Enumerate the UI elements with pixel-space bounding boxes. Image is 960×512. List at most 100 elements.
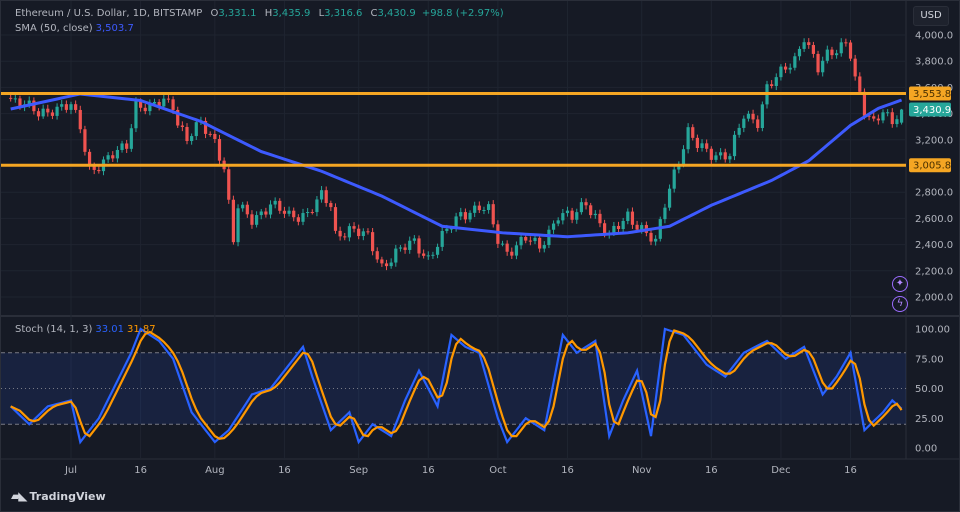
candle-body (333, 207, 338, 231)
candle-body (310, 212, 314, 214)
candle-body (380, 259, 384, 264)
candle-body (64, 104, 68, 110)
candle-body (612, 225, 616, 234)
stoch-tick-label: 75.00 (915, 354, 944, 365)
candle-body (408, 240, 412, 250)
candle-body (111, 155, 115, 159)
stoch-tick-label: 0.00 (915, 444, 937, 455)
symbol-title: Ethereum / U.S. Dollar, 1D, BITSTAMP (15, 8, 203, 19)
candle-body (366, 231, 370, 233)
candle-body (547, 229, 551, 246)
candle-body (125, 143, 129, 149)
brand-name: TradingView (29, 489, 106, 503)
candle-body (152, 101, 157, 104)
candle-body (793, 56, 797, 68)
candle-body (839, 42, 843, 54)
candle-body (756, 119, 760, 129)
close-label: C (370, 8, 378, 19)
candle-body (129, 128, 133, 149)
candle-body (361, 231, 365, 237)
time-tick-label: 16 (561, 465, 574, 476)
sparkle-icon[interactable]: ✦ (892, 276, 908, 292)
candle-body (41, 108, 45, 117)
candle-body (394, 248, 398, 263)
candle-body (709, 148, 713, 160)
candle-body (830, 49, 834, 56)
candle-body (579, 202, 583, 213)
candle-body (264, 211, 268, 215)
candle-body (848, 42, 853, 59)
candle-body (807, 42, 811, 46)
candle-body (259, 211, 263, 216)
candle-body (422, 253, 426, 256)
candle-body (737, 127, 741, 135)
candle-body (13, 98, 17, 100)
candle-body (816, 53, 820, 73)
candle-body (412, 238, 416, 241)
candle-body (570, 210, 574, 220)
lightning-icon[interactable]: ϟ (892, 296, 908, 312)
candle-body (92, 166, 96, 170)
candle-body (213, 133, 217, 140)
candle-body (751, 113, 755, 120)
price-tick-label: 4,000.0 (915, 31, 953, 42)
time-tick-label: Nov (632, 465, 652, 476)
candle-body (459, 212, 463, 217)
candle-body (881, 112, 885, 121)
candle-body (273, 200, 277, 205)
candle-body (83, 129, 87, 152)
candle-body (190, 136, 194, 141)
candle-body (556, 220, 560, 224)
price-tick-label: 2,600.0 (915, 214, 953, 225)
chart-window: 2,000.0 2,200.0 2,400.0 2,600.0 2,800.0 3,200… (0, 0, 960, 512)
price-tick-label: 3,200.0 (915, 135, 953, 146)
candle-body (287, 210, 291, 214)
candle-body (78, 109, 82, 130)
candle-body (663, 207, 667, 220)
candle-body (686, 127, 690, 150)
change-value: +98.8 (+2.97%) (421, 8, 504, 19)
candle-body (426, 255, 430, 257)
candle-body (375, 251, 379, 260)
candle-body (166, 98, 171, 100)
candle-body (143, 107, 147, 112)
candle-body (514, 245, 519, 256)
candle-body (565, 210, 570, 214)
candle-body (255, 215, 259, 225)
candle-body (282, 210, 287, 214)
candle-body (115, 149, 119, 159)
open-value: 3,331.1 (218, 8, 257, 19)
candle-body (835, 53, 839, 56)
candle-body (616, 225, 621, 230)
candle-body (46, 108, 50, 113)
candle-body (714, 155, 718, 160)
currency-button[interactable]: USD (913, 6, 949, 26)
stoch-legend[interactable]: Stoch (14, 1, 3) 33.01 31.87 (15, 324, 156, 335)
candle-body (621, 220, 625, 230)
high-value: 3,435.9 (272, 8, 311, 19)
stoch-label: Stoch (14, 1, 3) (15, 324, 93, 335)
candle-body (691, 127, 695, 138)
time-tick-label: 16 (134, 465, 147, 476)
low-value: 3,316.6 (324, 8, 363, 19)
sma-legend[interactable]: SMA (50, close) 3,503.7 (15, 23, 134, 34)
tradingview-logo[interactable]: ▰◣ TradingView (11, 489, 106, 503)
candle-body (500, 243, 505, 245)
candle-body (431, 254, 435, 256)
candle-body (55, 106, 59, 116)
candle-body (844, 42, 848, 44)
candle-body (672, 169, 676, 189)
candle-body (542, 245, 546, 249)
candle-body (463, 212, 467, 220)
candle-body (482, 209, 486, 211)
candle-body (371, 232, 375, 252)
close-value: 3,430.9 (377, 8, 416, 19)
candle-body (496, 224, 500, 244)
candle-body (630, 211, 635, 225)
candle-body (241, 204, 245, 209)
chart-canvas[interactable]: 2,000.0 2,200.0 2,400.0 2,600.0 2,800.0 3,200… (1, 1, 959, 511)
candle-body (296, 217, 300, 222)
candle-body (306, 212, 310, 214)
time-tick-label: Jul (64, 465, 77, 476)
price-tick-label: 3,800.0 (915, 57, 953, 68)
